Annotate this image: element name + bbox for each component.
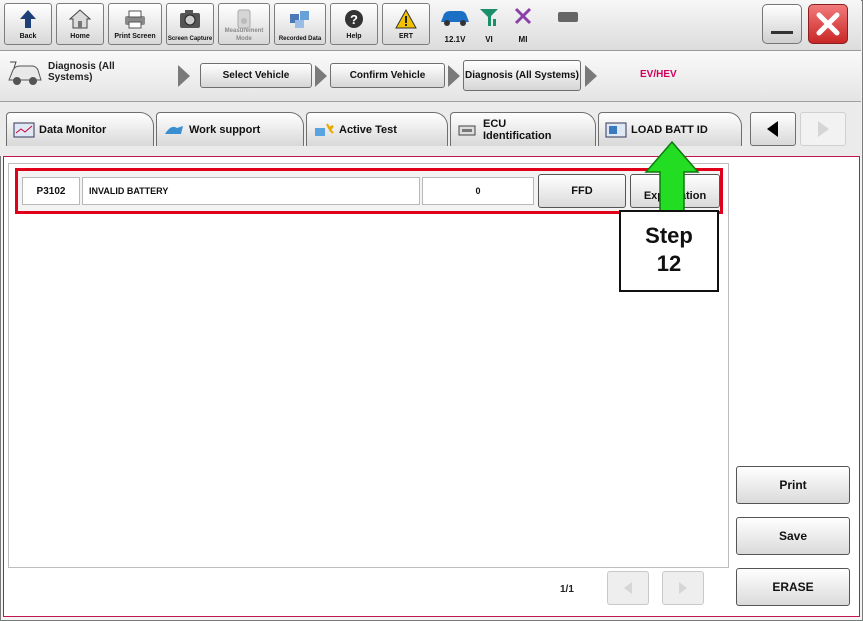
toolbar: Back Home Print Screen Screen Capture Me… xyxy=(0,0,861,51)
tab-label: Work support xyxy=(189,123,261,136)
screen-capture-label: Screen Capture xyxy=(167,36,213,42)
breadcrumb-arrow-icon xyxy=(448,65,460,87)
recorded-data-button[interactable]: Recorded Data xyxy=(274,3,326,45)
minimize-button[interactable] xyxy=(762,4,802,44)
measurement-mode-label: Measurement Mode xyxy=(224,28,264,42)
ecu-icon xyxy=(458,125,476,135)
arrow-right-icon xyxy=(818,121,829,137)
tab-label: Active Test xyxy=(339,123,397,136)
step-arrow-icon xyxy=(644,140,700,216)
tab-active-test[interactable]: Active Test xyxy=(306,112,448,146)
work-support-icon xyxy=(165,125,183,134)
page-prev-button[interactable] xyxy=(607,571,649,605)
breadcrumb-arrow-icon xyxy=(585,65,597,87)
breadcrumb-arrow-icon xyxy=(315,65,327,87)
back-button[interactable]: Back xyxy=(4,3,52,45)
diagnosis-all-systems-button[interactable]: Diagnosis (All Systems) xyxy=(463,60,581,91)
tab-label: LOAD BATT ID xyxy=(631,123,708,136)
tab-label: ECU Identification xyxy=(483,117,552,142)
arrow-left-icon xyxy=(624,582,632,594)
mi-label: MI xyxy=(518,35,528,44)
tab-data-monitor[interactable]: Data Monitor xyxy=(6,112,154,146)
print-button[interactable]: Print xyxy=(736,466,850,504)
measurement-mode-button[interactable]: Measurement Mode xyxy=(218,3,270,45)
help-label: Help xyxy=(346,33,362,40)
erase-button[interactable]: ERASE xyxy=(736,568,850,606)
back-arrow-icon xyxy=(5,7,51,31)
close-icon xyxy=(809,5,849,45)
home-icon xyxy=(57,7,103,31)
screen-capture-button[interactable]: Screen Capture xyxy=(166,3,214,45)
mi-status: MI xyxy=(508,4,538,46)
tab-scroll-left-button[interactable] xyxy=(750,112,796,146)
recorded-data-label: Recorded Data xyxy=(278,36,322,42)
status-indicator-icon xyxy=(558,12,578,22)
step-number: 12 xyxy=(656,251,682,276)
breadcrumb-current: Diagnosis (All Systems) xyxy=(48,61,115,83)
ffd-button[interactable]: FFD xyxy=(538,174,626,208)
page-indicator-wrap: 1/1 xyxy=(560,584,574,595)
tab-label: Data Monitor xyxy=(39,123,107,136)
step-callout: Step 12 xyxy=(619,210,719,292)
dtc-result-panel: P3102 INVALID BATTERY 0 FFD Explanation … xyxy=(3,156,860,617)
system-name: EV/HEV xyxy=(640,69,677,80)
monitor-icon xyxy=(13,122,35,137)
load-batt-id-icon xyxy=(605,122,627,137)
tab-work-support[interactable]: Work support xyxy=(156,112,304,146)
help-icon: ? xyxy=(331,7,377,31)
minimize-icon xyxy=(771,31,793,34)
arrow-left-icon xyxy=(767,121,778,137)
arrow-right-icon xyxy=(679,582,687,594)
signal-icon xyxy=(474,6,504,33)
x-mark-icon xyxy=(508,6,538,31)
function-tabs: Data Monitor Work support Active Test EC… xyxy=(0,102,861,156)
tab-ecu-identification[interactable]: ECU Identification xyxy=(450,112,596,146)
camera-icon xyxy=(167,7,213,31)
dtc-row[interactable]: P3102 INVALID BATTERY 0 FFD Explanation xyxy=(15,168,723,214)
select-vehicle-button[interactable]: Select Vehicle xyxy=(200,63,312,88)
confirm-vehicle-button[interactable]: Confirm Vehicle xyxy=(330,63,445,88)
dtc-count: 0 xyxy=(422,177,534,205)
home-label: Home xyxy=(70,33,90,40)
ert-button[interactable]: ERT xyxy=(382,3,430,45)
breadcrumb: Diagnosis (All Systems) Select Vehicle C… xyxy=(0,51,861,102)
printer-icon xyxy=(109,7,161,31)
ert-label: ERT xyxy=(399,33,413,40)
warning-icon xyxy=(383,7,429,31)
back-label: Back xyxy=(19,33,37,40)
battery-voltage-status: 12.1V xyxy=(436,4,474,46)
breadcrumb-arrow-icon xyxy=(178,65,190,87)
help-button[interactable]: ? Help xyxy=(330,3,378,45)
print-screen-button[interactable]: Print Screen xyxy=(108,3,162,45)
home-button[interactable]: Home xyxy=(56,3,104,45)
save-button[interactable]: Save xyxy=(736,517,850,555)
tab-scroll-right-button[interactable] xyxy=(800,112,846,146)
recorded-data-icon xyxy=(275,7,325,31)
car-icon xyxy=(436,6,474,33)
print-screen-label: Print Screen xyxy=(114,33,156,40)
voltage-label: 12.1V xyxy=(444,35,466,44)
page-next-button[interactable] xyxy=(662,571,704,605)
vi-label: VI xyxy=(485,35,493,44)
dtc-description: INVALID BATTERY xyxy=(82,177,420,205)
vehicle-icon xyxy=(6,58,44,93)
step-label: Step xyxy=(645,223,693,248)
vi-status: VI xyxy=(474,4,504,46)
dtc-code: P3102 xyxy=(22,177,80,205)
close-button[interactable] xyxy=(808,4,848,44)
svg-text:?: ? xyxy=(350,12,358,27)
active-test-icon xyxy=(315,123,334,136)
